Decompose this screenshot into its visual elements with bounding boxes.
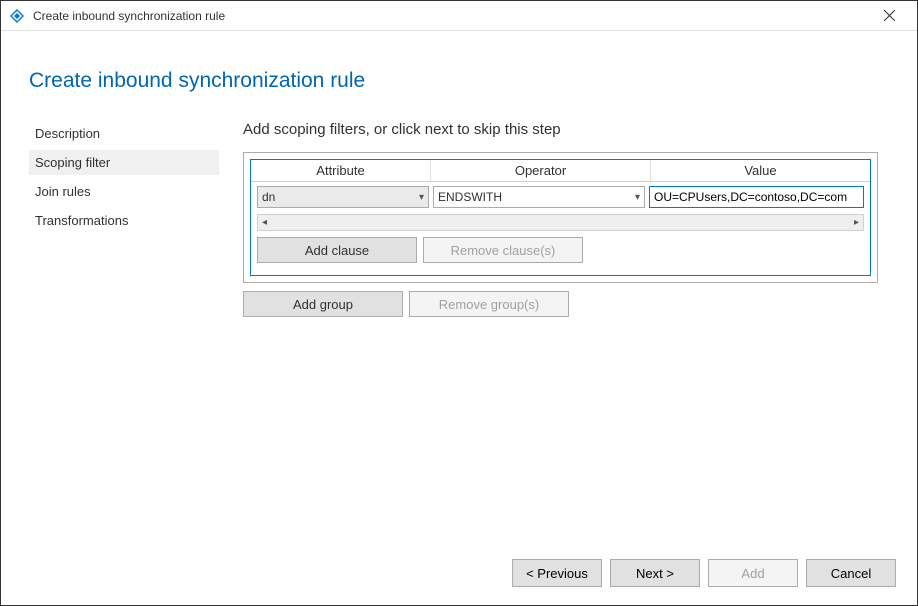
add-clause-button[interactable]: Add clause bbox=[257, 237, 417, 263]
filter-group: Attribute Operator Value dn ▾ ENDSWITH ▾ bbox=[250, 159, 871, 276]
titlebar: Create inbound synchronization rule bbox=[1, 1, 917, 31]
next-button[interactable]: Next > bbox=[610, 559, 700, 587]
scoping-filter-panel: Attribute Operator Value dn ▾ ENDSWITH ▾ bbox=[243, 152, 878, 283]
wizard-footer: < Previous Next > Add Cancel bbox=[0, 552, 918, 606]
group-button-row: Add group Remove group(s) bbox=[243, 291, 889, 317]
step-title: Add scoping filters, or click next to sk… bbox=[243, 121, 889, 138]
clause-button-row: Add clause Remove clause(s) bbox=[257, 237, 864, 263]
chevron-down-icon: ▾ bbox=[415, 192, 424, 203]
add-button: Add bbox=[708, 559, 798, 587]
sidebar-item-transformations[interactable]: Transformations bbox=[29, 208, 219, 233]
add-group-button[interactable]: Add group bbox=[243, 291, 403, 317]
header-operator: Operator bbox=[431, 160, 651, 181]
remove-group-button: Remove group(s) bbox=[409, 291, 569, 317]
previous-button[interactable]: < Previous bbox=[512, 559, 602, 587]
operator-dropdown[interactable]: ENDSWITH ▾ bbox=[433, 186, 645, 208]
scroll-right-icon[interactable]: ▸ bbox=[850, 217, 863, 228]
page-title: Create inbound synchronization rule bbox=[29, 69, 889, 93]
wizard-sidebar: Description Scoping filter Join rules Tr… bbox=[29, 121, 219, 317]
horizontal-scrollbar[interactable]: ◂ ▸ bbox=[257, 214, 864, 231]
app-icon bbox=[9, 8, 25, 24]
window-title: Create inbound synchronization rule bbox=[33, 9, 869, 23]
sidebar-item-join-rules[interactable]: Join rules bbox=[29, 179, 219, 204]
grid-header: Attribute Operator Value bbox=[251, 160, 870, 182]
main-panel: Add scoping filters, or click next to sk… bbox=[243, 121, 889, 317]
header-value: Value bbox=[651, 160, 870, 181]
chevron-down-icon: ▾ bbox=[631, 192, 640, 203]
filter-row: dn ▾ ENDSWITH ▾ bbox=[251, 182, 870, 212]
sidebar-item-description[interactable]: Description bbox=[29, 121, 219, 146]
attribute-value: dn bbox=[262, 190, 415, 204]
header-attribute: Attribute bbox=[251, 160, 431, 181]
value-input[interactable] bbox=[649, 186, 864, 208]
sidebar-item-scoping-filter[interactable]: Scoping filter bbox=[29, 150, 219, 175]
close-button[interactable] bbox=[869, 1, 909, 31]
attribute-dropdown[interactable]: dn ▾ bbox=[257, 186, 429, 208]
scroll-left-icon[interactable]: ◂ bbox=[258, 217, 271, 228]
operator-value: ENDSWITH bbox=[438, 190, 631, 204]
remove-clause-button: Remove clause(s) bbox=[423, 237, 583, 263]
cancel-button[interactable]: Cancel bbox=[806, 559, 896, 587]
